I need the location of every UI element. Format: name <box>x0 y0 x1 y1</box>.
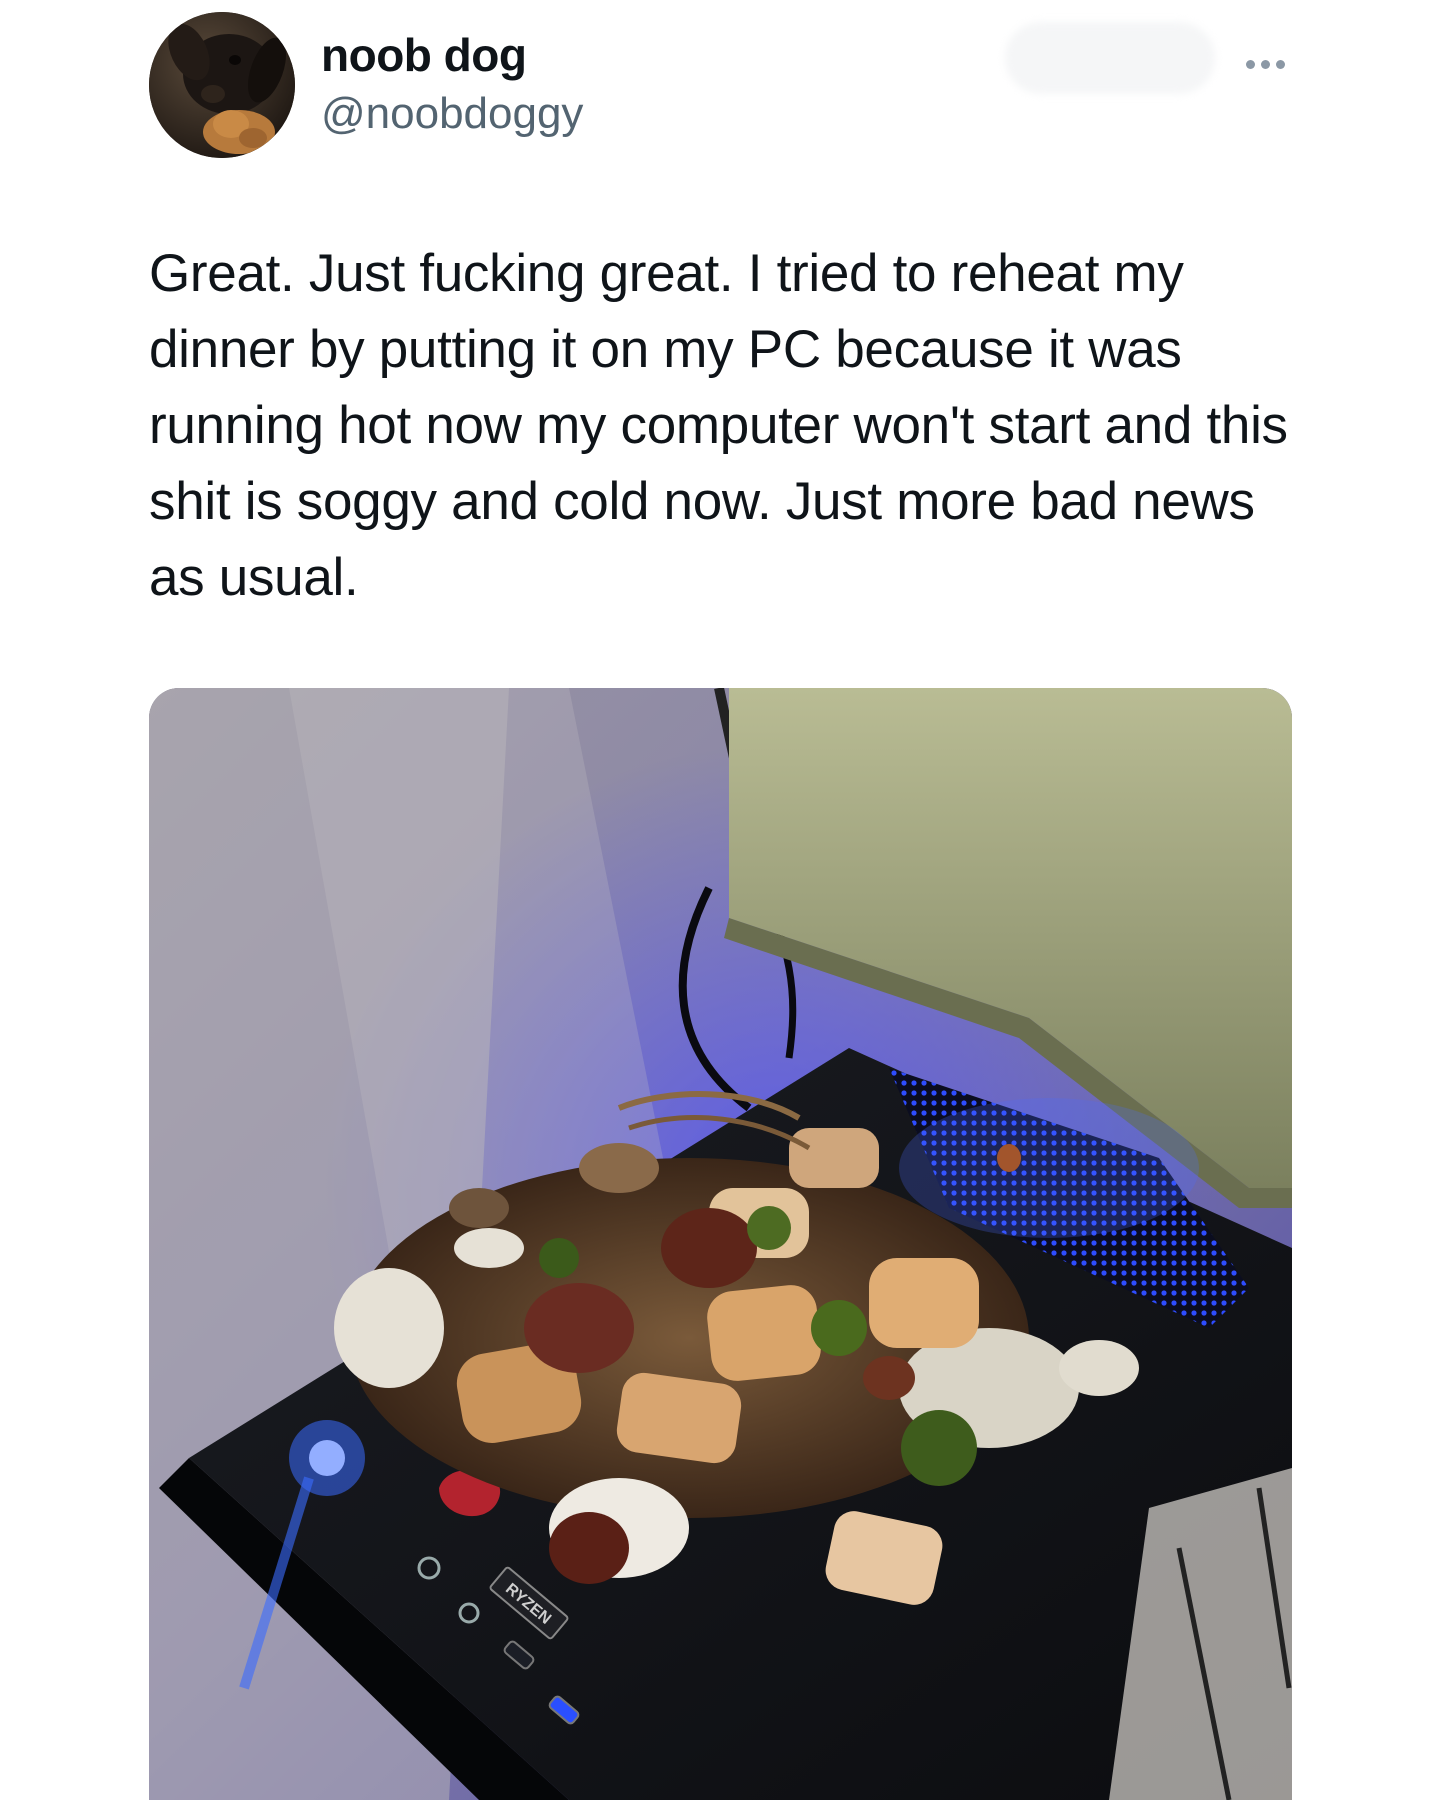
handle[interactable]: @noobdoggy <box>321 86 583 142</box>
blurred-region <box>1005 22 1215 94</box>
ellipsis-icon <box>1245 59 1255 69</box>
display-name[interactable]: noob dog <box>321 26 583 84</box>
avatar[interactable] <box>149 12 295 158</box>
more-options-button[interactable] <box>1237 44 1293 84</box>
tweet-text: Great. Just fucking great. I tried to re… <box>149 244 1288 607</box>
tweet-photo[interactable]: RYZEN <box>149 688 1292 1800</box>
author-names: noob dog @noobdoggy <box>321 26 583 142</box>
ellipsis-icon <box>1260 59 1270 69</box>
dog-avatar-icon <box>149 12 295 158</box>
pc-dinner-photo: RYZEN <box>149 688 1292 1800</box>
tweet-page: noob dog @noobdoggy Great. Just fucking … <box>0 0 1440 1800</box>
tweet-header: noob dog @noobdoggy <box>149 12 1294 160</box>
ellipsis-icon <box>1275 59 1285 69</box>
